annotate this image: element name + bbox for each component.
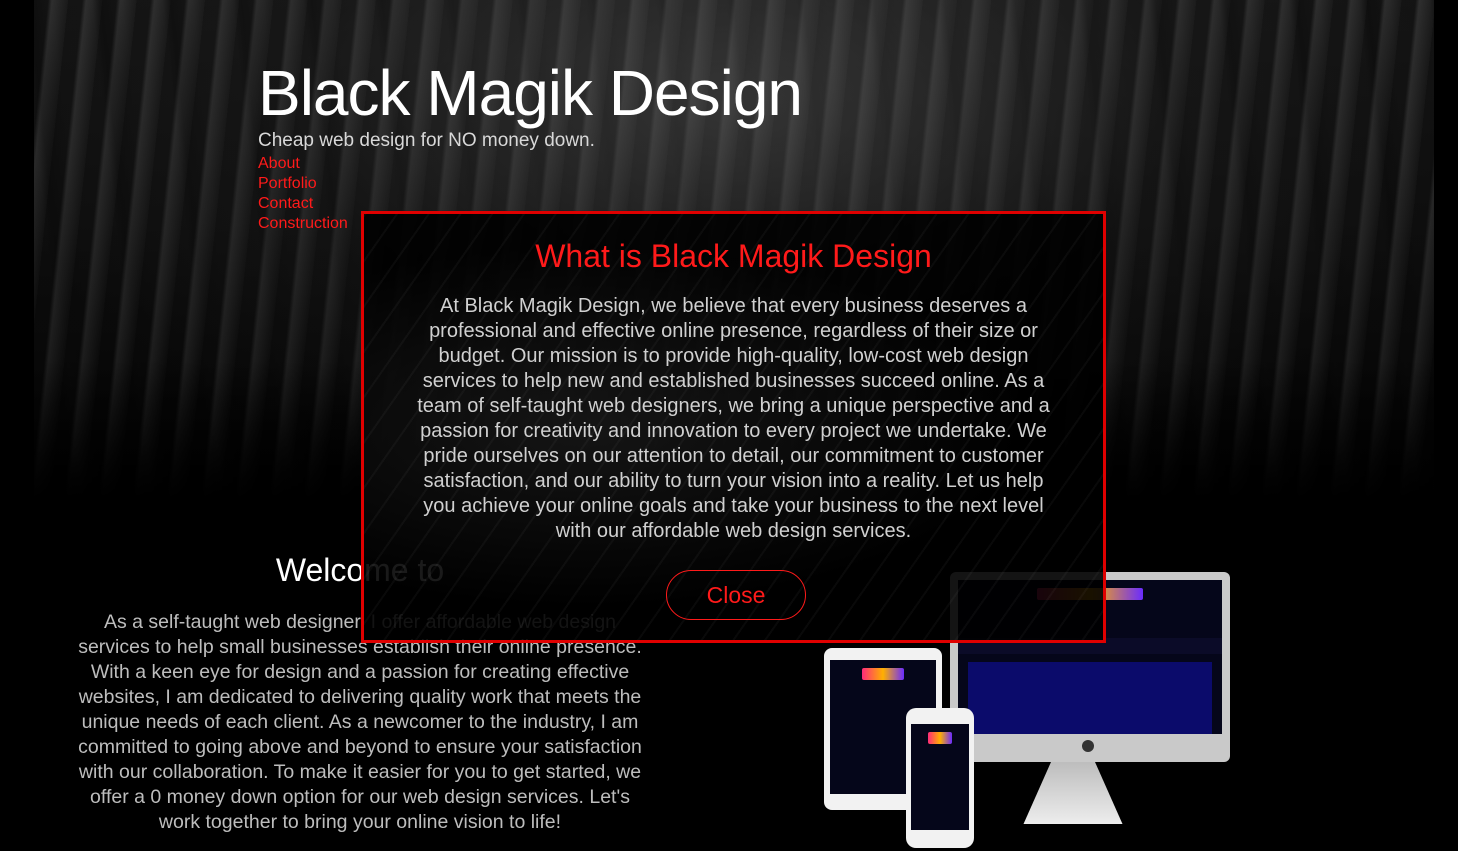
phone-screen bbox=[911, 724, 969, 830]
site-tagline: Cheap web design for NO money down. bbox=[258, 130, 595, 151]
monitor-stand bbox=[1023, 762, 1123, 824]
nav-item-construction: Construction bbox=[258, 213, 348, 233]
phone-mockup bbox=[906, 708, 974, 848]
nav-link-about[interactable]: About bbox=[258, 155, 300, 172]
nav-item-about: About bbox=[258, 153, 348, 173]
apple-logo-icon bbox=[1082, 740, 1094, 752]
nav-link-contact[interactable]: Contact bbox=[258, 195, 313, 212]
nav-link-construction[interactable]: Construction bbox=[258, 215, 348, 232]
modal-text: At Black Magik Design, we believe that e… bbox=[417, 295, 1050, 542]
main-nav: About Portfolio Contact Construction bbox=[258, 153, 348, 233]
close-button[interactable]: Close bbox=[666, 570, 806, 620]
about-modal: What is Black Magik Design At Black Magi… bbox=[361, 211, 1106, 643]
site-title: Black Magik Design bbox=[258, 57, 803, 129]
nav-link-portfolio[interactable]: Portfolio bbox=[258, 175, 317, 192]
tablet-mockup-logo bbox=[861, 668, 905, 680]
page: Black Magik Design Cheap web design for … bbox=[0, 0, 1458, 851]
modal-title: What is Black Magik Design bbox=[535, 238, 932, 274]
welcome-text: As a self-taught web designer, I offer a… bbox=[78, 611, 642, 833]
nav-item-portfolio: Portfolio bbox=[258, 173, 348, 193]
mockup-content-block bbox=[968, 662, 1212, 734]
phone-mockup-logo bbox=[928, 732, 952, 744]
nav-item-contact: Contact bbox=[258, 193, 348, 213]
